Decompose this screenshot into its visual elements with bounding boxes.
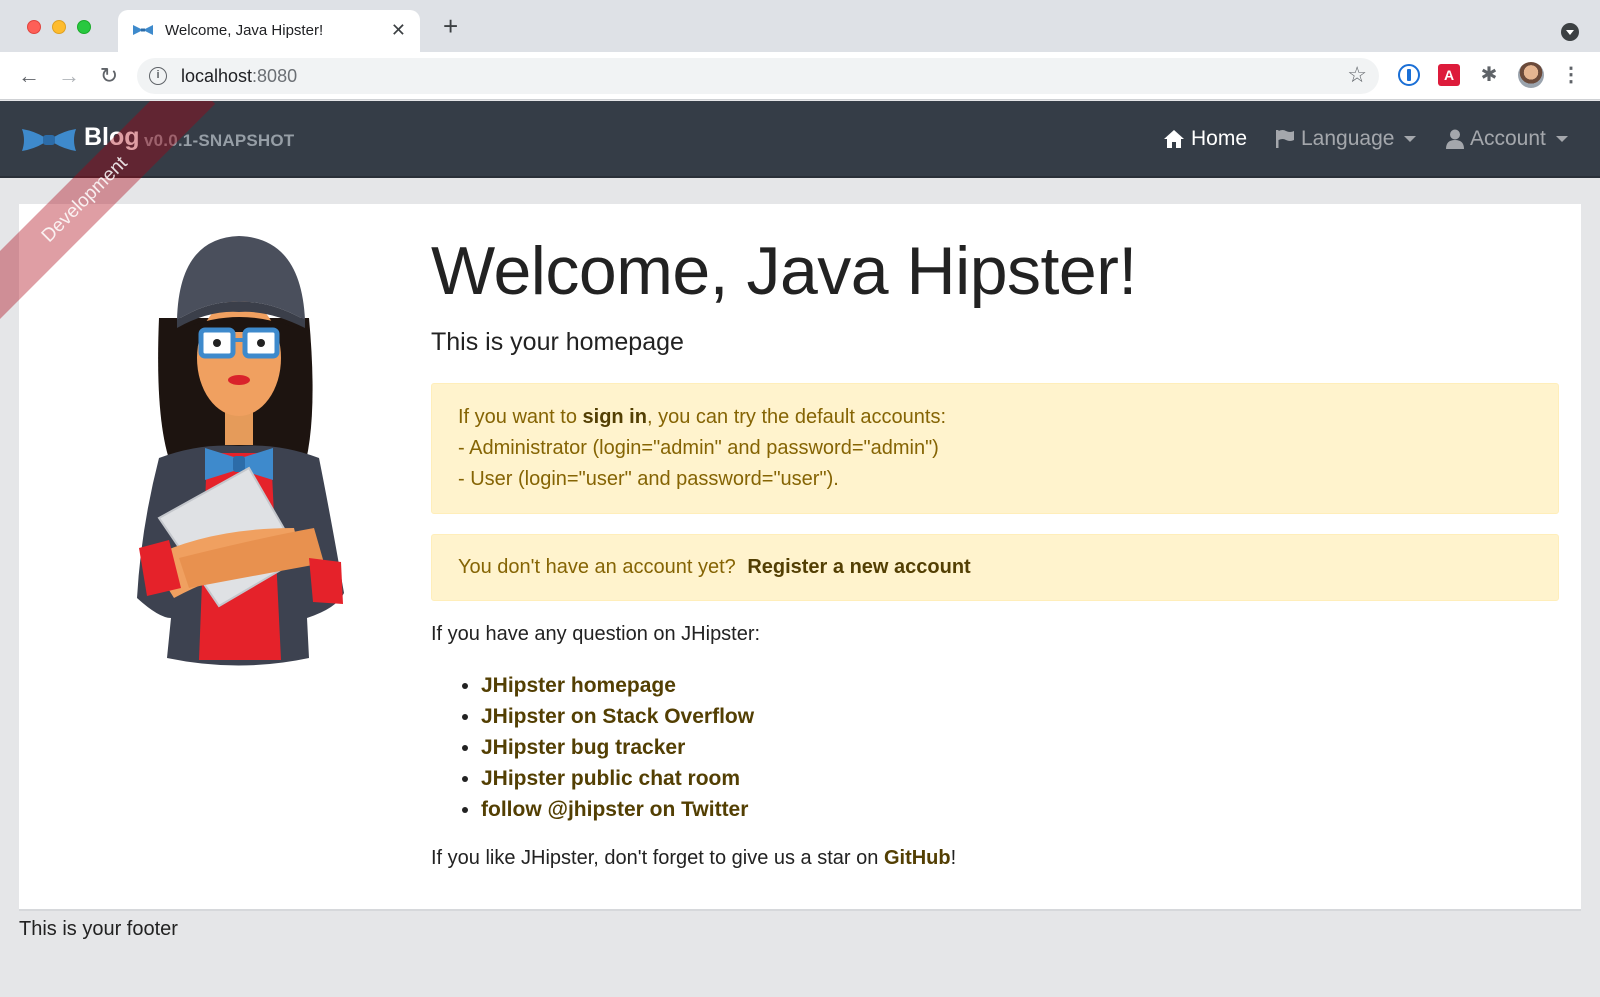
bowtie-favicon-icon xyxy=(133,25,153,35)
app-version: v0.0.1-SNAPSHOT xyxy=(144,131,295,150)
link-stack-overflow[interactable]: JHipster on Stack Overflow xyxy=(481,701,1559,732)
angular-extension-icon[interactable]: A xyxy=(1438,64,1460,86)
reload-icon[interactable]: ↻ xyxy=(94,61,124,91)
link-chat-room[interactable]: JHipster public chat room xyxy=(481,763,1559,794)
new-tab-icon[interactable]: + xyxy=(443,13,458,39)
github-star-line: If you like JHipster, don't forget to gi… xyxy=(431,847,957,869)
github-link[interactable]: GitHub xyxy=(884,847,951,869)
bowtie-logo-icon[interactable] xyxy=(20,125,78,155)
forward-arrow-icon[interactable]: → xyxy=(54,61,84,91)
profile-avatar[interactable] xyxy=(1518,62,1544,88)
nav-home[interactable]: Home xyxy=(1163,127,1247,151)
link-twitter[interactable]: follow @jhipster on Twitter xyxy=(481,794,1559,825)
admin-account-line: - Administrator (login="admin" and passw… xyxy=(458,437,939,459)
password-manager-extension-icon[interactable] xyxy=(1398,64,1420,86)
nav-account-dropdown[interactable]: Account xyxy=(1446,127,1568,151)
maximize-window-button[interactable] xyxy=(77,20,91,34)
link-jhipster-homepage[interactable]: JHipster homepage xyxy=(481,670,1559,701)
flag-icon xyxy=(1276,130,1294,148)
address-bar[interactable]: i localhost:8080 ☆ xyxy=(137,58,1379,94)
register-prompt: You don't have an account yet? xyxy=(458,556,736,578)
tab-search-icon[interactable] xyxy=(1561,23,1579,41)
home-icon xyxy=(1164,130,1184,148)
browser-tab[interactable]: Welcome, Java Hipster! ✕ xyxy=(118,10,420,52)
register-link[interactable]: Register a new account xyxy=(747,556,970,578)
page-subtitle: This is your homepage xyxy=(431,328,684,356)
link-bug-tracker[interactable]: JHipster bug tracker xyxy=(481,732,1559,763)
brand-title[interactable]: Blog xyxy=(84,123,140,152)
close-tab-icon[interactable]: ✕ xyxy=(391,20,406,41)
jhipster-mascot-illustration xyxy=(137,236,344,666)
browser-tab-strip: Welcome, Java Hipster! ✕ + xyxy=(0,0,1600,52)
bookmark-star-icon[interactable]: ☆ xyxy=(1347,62,1367,88)
chevron-down-icon xyxy=(1404,136,1417,142)
app-navbar: Blog v0.0.1-SNAPSHOT Home Language Accou… xyxy=(0,101,1600,178)
nav-home-label: Home xyxy=(1191,127,1248,150)
url-text[interactable]: localhost:8080 xyxy=(181,66,297,87)
question-text: If you have any question on JHipster: xyxy=(431,623,761,645)
back-arrow-icon[interactable]: ← xyxy=(14,61,44,91)
nav-language-dropdown[interactable]: Language xyxy=(1275,127,1417,151)
minimize-window-button[interactable] xyxy=(52,20,66,34)
main-card: Welcome, Java Hipster! This is your home… xyxy=(19,204,1581,911)
chevron-down-icon xyxy=(1555,136,1568,142)
site-info-icon[interactable]: i xyxy=(149,67,167,85)
register-alert: You don't have an account yet? Register … xyxy=(431,534,1559,601)
browser-menu-icon[interactable]: ⋮ xyxy=(1560,64,1582,86)
extensions-puzzle-icon[interactable]: ✱ xyxy=(1478,64,1500,86)
close-window-button[interactable] xyxy=(27,20,41,34)
tab-title: Welcome, Java Hipster! xyxy=(165,22,324,39)
nav-account-label: Account xyxy=(1470,127,1546,150)
home-content: Welcome, Java Hipster! This is your home… xyxy=(431,232,1559,870)
user-account-line: - User (login="user" and password="user"… xyxy=(458,468,839,490)
signin-line: If you want to sign in, you can try the … xyxy=(458,406,947,428)
sign-in-link[interactable]: sign in xyxy=(583,406,647,428)
nav-language-label: Language xyxy=(1301,127,1395,150)
signin-info-alert: If you want to sign in, you can try the … xyxy=(431,383,1559,514)
browser-toolbar: ← → ↻ i localhost:8080 ☆ A ✱ ⋮ xyxy=(0,52,1600,100)
page-footer: This is your footer xyxy=(19,918,178,940)
page-title: Welcome, Java Hipster! xyxy=(431,233,1137,309)
jhipster-links-list: JHipster homepage JHipster on Stack Over… xyxy=(431,670,1559,825)
user-icon xyxy=(1446,129,1464,149)
